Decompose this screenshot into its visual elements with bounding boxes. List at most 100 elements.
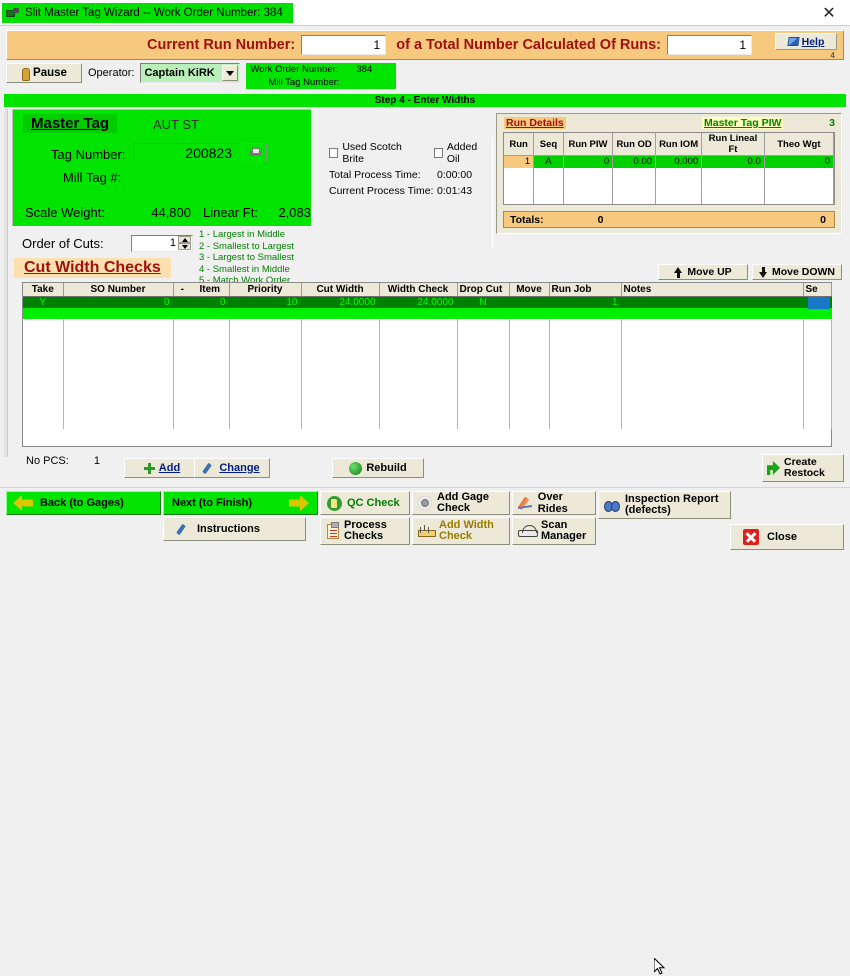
col-take[interactable]: Take — [23, 283, 64, 297]
master-tag-piw-value: 3 — [829, 117, 835, 129]
table-row-empty[interactable] — [23, 384, 832, 396]
current-process-time-row: Current Process Time: 0:01:43 — [329, 185, 489, 197]
operator-select[interactable]: Captain KiRK — [140, 63, 241, 83]
process-checks-button[interactable]: Process Checks — [320, 517, 410, 545]
cwc-header-row: Take SO Number - Item Priority Cut Width… — [23, 283, 832, 297]
col-cut-width[interactable]: Cut Width — [301, 283, 380, 297]
close-window-icon[interactable]: ✕ — [814, 2, 844, 24]
next-to-finish-button[interactable]: Next (to Finish) — [163, 491, 318, 515]
pause-button[interactable]: Pause — [6, 63, 82, 83]
total-runs-label: of a Total Number Calculated Of Runs: — [396, 37, 662, 53]
cell-run-od: 0.00 — [612, 155, 657, 168]
add-gage-check-button[interactable]: Add Gage Check — [412, 491, 510, 515]
cut-width-checks-grid[interactable]: Take SO Number - Item Priority Cut Width… — [22, 282, 832, 447]
help-step-number: 4 — [830, 51, 835, 60]
printer-icon — [249, 148, 261, 157]
table-row-empty[interactable] — [23, 351, 832, 363]
table-row-empty[interactable] — [23, 340, 832, 352]
cell-dash — [173, 296, 191, 308]
clipboard-icon — [327, 521, 339, 539]
move-down-button[interactable]: Move DOWN — [752, 264, 842, 280]
stepper-up-icon[interactable] — [178, 236, 191, 243]
total-runs-input[interactable]: 1 — [667, 35, 753, 55]
add-width-check-button[interactable]: Add Width Check — [412, 517, 510, 545]
inspection-report-button[interactable]: Inspection Report (defects) — [598, 491, 731, 519]
table-row-highlight[interactable] — [23, 307, 832, 319]
qc-check-button[interactable]: QC Check — [320, 491, 410, 515]
over-rides-button[interactable]: Over Rides — [512, 491, 596, 515]
row-selector-cell[interactable] — [808, 297, 830, 309]
scan-manager-button[interactable]: Scan Manager — [512, 517, 596, 545]
table-row-empty[interactable] — [23, 362, 832, 374]
col-run[interactable]: Run — [504, 133, 535, 156]
table-row-empty[interactable] — [23, 329, 832, 341]
no-pcs-label: No PCS: — [26, 455, 69, 467]
run-number-bar: Current Run Number: 1 of a Total Number … — [6, 30, 844, 60]
instructions-button[interactable]: Instructions — [163, 517, 306, 541]
col-item[interactable]: Item — [191, 283, 230, 297]
mill-tag-hash-label: Mill Tag #: — [63, 170, 122, 185]
used-scotch-brite-checkbox[interactable]: Used Scotch Brite — [329, 141, 420, 165]
add-button[interactable]: Add — [124, 458, 200, 478]
col-notes[interactable]: Notes — [621, 283, 804, 297]
process-info-column: Used Scotch Brite Added Oil Total Proces… — [329, 141, 489, 197]
create-restock-button[interactable]: Create Restock — [762, 454, 844, 482]
create-restock-line2: Restock — [784, 467, 825, 479]
col-dash[interactable]: - — [173, 283, 191, 297]
table-row-empty — [504, 191, 834, 204]
col-drop-cut[interactable]: Drop Cut — [457, 283, 510, 297]
pause-button-label: Pause — [33, 67, 67, 79]
table-row-empty[interactable] — [23, 395, 832, 407]
run-details-grid[interactable]: Run Seq Run PIW Run OD Run IOM Run Linea… — [503, 132, 835, 205]
back-to-gages-button[interactable]: Back (to Gages) — [6, 491, 161, 515]
ruler-icon — [418, 525, 436, 537]
col-run-iom[interactable]: Run IOM — [655, 133, 703, 156]
goggles-icon — [604, 500, 620, 512]
added-oil-checkbox[interactable]: Added Oil — [433, 141, 490, 165]
chevron-down-icon[interactable] — [222, 65, 239, 81]
current-run-input[interactable]: 1 — [301, 35, 387, 55]
print-tag-button[interactable] — [243, 143, 267, 162]
table-row-empty[interactable] — [23, 417, 832, 429]
master-tag-piw-label: Master Tag PIW — [702, 117, 784, 129]
col-so-number[interactable]: SO Number — [63, 283, 174, 297]
table-row[interactable]: Y 0 0 10 24.0000 24.0000 N 1 — [23, 296, 832, 308]
gear-icon — [418, 496, 432, 510]
back-button-label: Back (to Gages) — [40, 497, 124, 509]
table-row-empty — [504, 167, 834, 180]
col-width-check[interactable]: Width Check — [379, 283, 458, 297]
close-button[interactable]: Close — [730, 524, 844, 550]
col-run-piw[interactable]: Run PIW — [563, 133, 614, 156]
col-priority[interactable]: Priority — [229, 283, 302, 297]
rebuild-button[interactable]: Rebuild — [332, 458, 424, 478]
move-up-button[interactable]: Move UP — [658, 264, 748, 280]
restock-arrow-icon — [767, 461, 780, 475]
col-theo-wgt[interactable]: Theo Wgt — [764, 133, 834, 156]
tag-number-field[interactable]: 200823 — [133, 143, 238, 162]
linear-ft-label: Linear Ft: — [203, 205, 258, 220]
order-of-cuts-stepper[interactable]: 1 — [131, 235, 193, 252]
table-row[interactable]: 1 A 0 0.00 0.000 0.0 0 — [504, 155, 834, 168]
col-run-lineal-ft[interactable]: Run Lineal Ft — [701, 133, 765, 156]
scanner-icon — [518, 525, 538, 537]
col-seq[interactable]: Seq — [533, 133, 564, 156]
help-button[interactable]: Help — [775, 33, 837, 50]
change-button[interactable]: Change — [194, 458, 270, 478]
master-tag-grade: AUT ST — [153, 117, 199, 132]
help-book-icon — [786, 37, 800, 46]
hourglass-icon — [21, 67, 31, 81]
title-bar: Slit Master Tag Wizard -- Work Order Num… — [0, 0, 850, 26]
table-row-empty[interactable] — [23, 318, 832, 330]
operator-row: Pause Operator: Captain KiRK Work Order … — [6, 63, 844, 91]
tag-number-label: Tag Number: — [51, 147, 126, 162]
col-move[interactable]: Move — [509, 283, 550, 297]
col-run-od[interactable]: Run OD — [612, 133, 657, 156]
inspection-line2: (defects) — [625, 504, 671, 516]
col-run-job[interactable]: Run Job — [549, 283, 622, 297]
cell-priority: 10 — [229, 296, 302, 308]
col-se[interactable]: Se — [803, 283, 832, 297]
table-row-empty[interactable] — [23, 373, 832, 385]
table-row-empty[interactable] — [23, 406, 832, 418]
cell-theo-wgt: 0 — [764, 155, 834, 168]
stepper-down-icon[interactable] — [178, 243, 191, 250]
